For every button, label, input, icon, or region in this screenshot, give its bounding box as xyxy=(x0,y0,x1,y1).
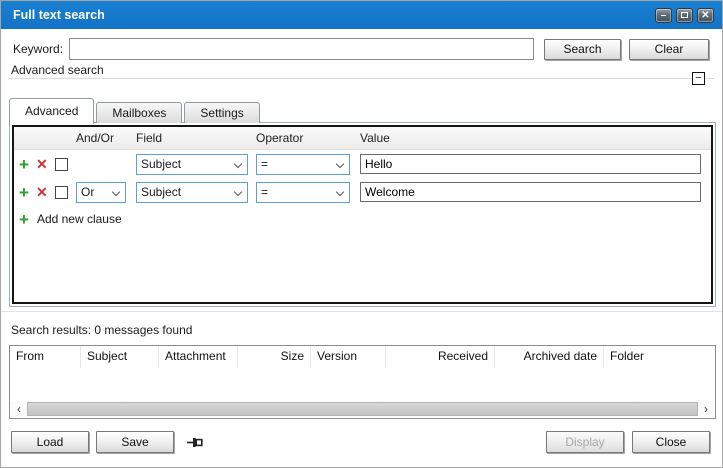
operator-dropdown-value: = xyxy=(261,185,268,199)
horizontal-scrollbar[interactable]: ‹ › xyxy=(11,401,714,417)
row-actions: + ✕ xyxy=(14,184,72,201)
add-clause-icon[interactable]: + xyxy=(19,156,29,173)
window-title: Full text search xyxy=(13,8,655,22)
operator-cell: = xyxy=(254,154,356,175)
column-header-subject[interactable]: Subject xyxy=(81,346,159,368)
display-button: Display xyxy=(546,431,624,453)
column-header-from[interactable]: From xyxy=(10,346,81,368)
chevron-down-icon xyxy=(234,159,242,167)
keyword-row: Keyword: Search Clear xyxy=(13,38,709,60)
close-dialog-button[interactable]: Close xyxy=(632,431,710,453)
and-or-cell: Or xyxy=(72,182,132,203)
row-actions: + ✕ xyxy=(14,156,72,173)
field-dropdown[interactable]: Subject xyxy=(136,182,248,203)
chevron-down-icon xyxy=(234,187,242,195)
footer-bar: Load Save Display Close xyxy=(11,431,710,453)
delete-clause-icon[interactable]: ✕ xyxy=(36,157,48,171)
collapse-icon: − xyxy=(695,72,701,84)
tab-advanced[interactable]: Advanced xyxy=(9,98,94,124)
clause-checkbox[interactable] xyxy=(55,186,68,199)
column-header-received[interactable]: Received xyxy=(386,346,495,368)
search-results-summary: Search results: 0 messages found xyxy=(11,323,192,337)
collapse-section-button[interactable]: − xyxy=(692,72,705,85)
clause-value-input[interactable] xyxy=(360,154,701,174)
and-or-dropdown[interactable]: Or xyxy=(76,182,126,203)
chevron-down-icon xyxy=(336,159,344,167)
full-text-search-window: Full text search – ✕ Keyword: Search Cle… xyxy=(0,0,723,468)
window-controls: – ✕ xyxy=(655,8,714,23)
section-divider xyxy=(9,78,714,79)
add-clause-icon[interactable]: + xyxy=(19,184,29,201)
scroll-right-icon[interactable]: › xyxy=(698,401,714,417)
keyword-input[interactable] xyxy=(69,38,534,60)
field-dropdown-value: Subject xyxy=(141,185,181,199)
clause-row: + ✕ Or Subject xyxy=(14,178,711,206)
search-button[interactable]: Search xyxy=(544,39,621,60)
save-button[interactable]: Save xyxy=(96,431,174,453)
close-icon: ✕ xyxy=(701,10,709,21)
field-dropdown[interactable]: Subject xyxy=(136,154,248,175)
header-value: Value xyxy=(356,131,711,145)
operator-dropdown[interactable]: = xyxy=(256,154,350,175)
results-table-header: From Subject Attachment Size Version Rec… xyxy=(10,346,715,368)
field-dropdown-value: Subject xyxy=(141,157,181,171)
title-bar: Full text search – ✕ xyxy=(1,1,722,29)
operator-dropdown-value: = xyxy=(261,157,268,171)
column-header-folder[interactable]: Folder xyxy=(604,346,715,368)
value-cell xyxy=(356,182,711,202)
clause-grid-header: And/Or Field Operator Value xyxy=(14,127,711,150)
scroll-left-icon[interactable]: ‹ xyxy=(11,401,27,417)
column-header-size[interactable]: Size xyxy=(238,346,311,368)
add-new-clause-link[interactable]: + Add new clause xyxy=(14,206,711,232)
operator-cell: = xyxy=(254,182,356,203)
clause-value-input[interactable] xyxy=(360,182,701,202)
column-header-version[interactable]: Version xyxy=(311,346,386,368)
column-header-attachment[interactable]: Attachment xyxy=(159,346,238,368)
field-cell: Subject xyxy=(132,154,254,175)
chevron-down-icon xyxy=(112,187,120,195)
maximize-icon xyxy=(681,12,688,18)
and-or-dropdown-value: Or xyxy=(81,185,94,199)
maximize-button[interactable] xyxy=(676,8,693,23)
scrollbar-thumb[interactable] xyxy=(27,402,698,416)
value-cell xyxy=(356,154,711,174)
field-cell: Subject xyxy=(132,182,254,203)
tab-mailboxes[interactable]: Mailboxes xyxy=(96,102,182,123)
keyword-label: Keyword: xyxy=(13,42,63,56)
operator-dropdown[interactable]: = xyxy=(256,182,350,203)
clear-button[interactable]: Clear xyxy=(629,39,709,60)
results-divider xyxy=(1,311,722,312)
tab-strip: Advanced Mailboxes Settings xyxy=(9,97,262,123)
header-and-or: And/Or xyxy=(72,131,132,145)
pin-button[interactable] xyxy=(187,436,204,449)
delete-clause-icon[interactable]: ✕ xyxy=(36,185,48,199)
pin-icon xyxy=(187,436,204,449)
header-field: Field xyxy=(132,131,254,145)
minimize-button[interactable]: – xyxy=(655,8,672,23)
advanced-tab-panel: And/Or Field Operator Value + ✕ Subject xyxy=(9,122,716,307)
add-new-clause-label: Add new clause xyxy=(37,212,122,226)
load-button[interactable]: Load xyxy=(11,431,89,453)
results-table: From Subject Attachment Size Version Rec… xyxy=(9,345,716,419)
clause-grid: And/Or Field Operator Value + ✕ Subject xyxy=(12,125,713,304)
chevron-down-icon xyxy=(336,187,344,195)
column-header-archived-date[interactable]: Archived date xyxy=(495,346,604,368)
minimize-icon: – xyxy=(661,10,667,21)
clause-checkbox[interactable] xyxy=(55,158,68,171)
tab-settings[interactable]: Settings xyxy=(184,102,259,123)
close-button[interactable]: ✕ xyxy=(697,8,714,23)
clause-row: + ✕ Subject = xyxy=(14,150,711,178)
header-operator: Operator xyxy=(254,131,356,145)
add-icon: + xyxy=(19,211,29,228)
advanced-search-label[interactable]: Advanced search xyxy=(11,63,104,77)
